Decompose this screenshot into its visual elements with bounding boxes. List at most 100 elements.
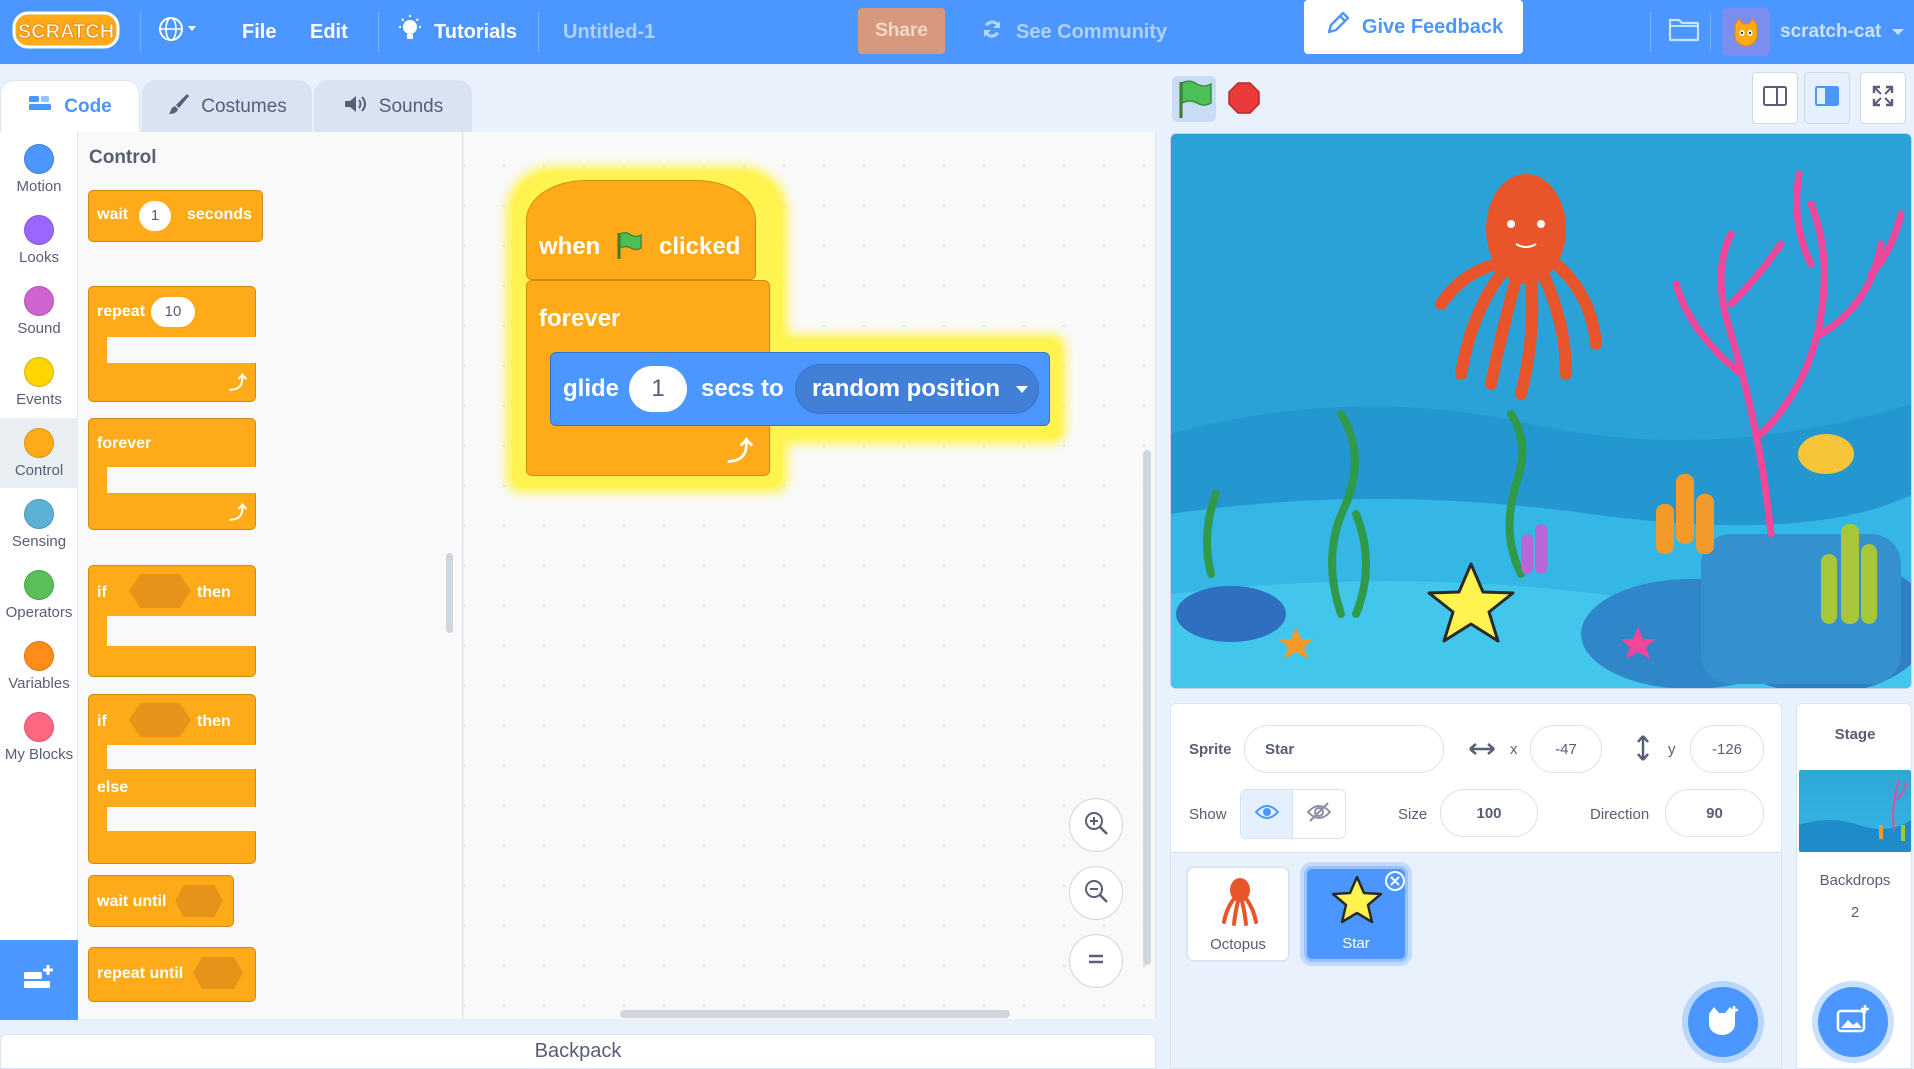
number-input[interactable]: 1 (629, 366, 687, 412)
file-menu[interactable]: File (242, 0, 276, 64)
boolean-slot[interactable] (193, 957, 243, 989)
wait-until-block[interactable]: wait until (88, 875, 234, 927)
dropdown-value: random position (812, 375, 1000, 402)
language-menu[interactable] (158, 0, 198, 64)
add-extension-button[interactable] (0, 940, 78, 1020)
stage-canvas[interactable] (1170, 133, 1912, 689)
add-backdrop-icon (1835, 1004, 1871, 1041)
backpack-panel[interactable]: Backpack (0, 1034, 1156, 1069)
category-sensing[interactable]: Sensing (0, 489, 78, 559)
y-label: y (1668, 741, 1676, 758)
category-looks[interactable]: Looks (0, 205, 78, 275)
stop-button[interactable] (1228, 82, 1260, 119)
wait-block[interactable]: wait 1 seconds (88, 190, 263, 242)
zoom-out-button[interactable] (1069, 866, 1123, 920)
target-dropdown[interactable]: random position (795, 364, 1039, 414)
account-menu[interactable]: scratch-cat (1722, 0, 1905, 64)
y-position-input[interactable]: -126 (1690, 725, 1764, 773)
eye-slash-icon (1306, 801, 1332, 828)
reset-zoom-button[interactable] (1069, 934, 1123, 988)
y-arrows-icon (1632, 734, 1654, 767)
small-stage-icon (1762, 85, 1788, 112)
boolean-slot[interactable] (175, 885, 223, 917)
green-flag-button[interactable] (1172, 76, 1216, 127)
script-horizontal-scrollbar[interactable] (620, 1010, 1010, 1018)
fullscreen-icon (1871, 84, 1895, 113)
scratch-logo[interactable]: SCRATCH (12, 9, 122, 53)
green-flag-icon (613, 229, 645, 268)
edit-menu[interactable]: Edit (310, 0, 348, 64)
when-flag-clicked-block[interactable]: when clicked (526, 180, 756, 280)
folder-icon (1668, 16, 1700, 48)
if-then-block[interactable]: if then (88, 565, 257, 677)
tab-costumes[interactable]: Costumes (142, 80, 312, 132)
sprite-name: Star (1342, 935, 1370, 952)
sprite-tile-star[interactable]: Star (1304, 866, 1408, 962)
tutorials-button[interactable]: Tutorials (396, 0, 517, 64)
show-sprite-button[interactable] (1241, 790, 1294, 838)
zoom-in-icon (1082, 809, 1110, 842)
direction-input[interactable]: 90 (1665, 789, 1764, 837)
glide-to-block[interactable]: glide 1 secs to random position (550, 352, 1050, 426)
sprite-tile-octopus[interactable]: Octopus (1186, 866, 1290, 962)
category-my-blocks[interactable]: My Blocks (0, 702, 78, 772)
sprite-name-input[interactable]: Star (1244, 725, 1444, 773)
palette-section-title: Control (89, 147, 157, 168)
tab-sounds-label: Sounds (378, 95, 444, 117)
community-icon (980, 17, 1004, 47)
project-title-field[interactable]: Untitled-1 (563, 0, 655, 64)
see-community-button[interactable]: See Community (980, 0, 1167, 64)
zoom-in-button[interactable] (1069, 798, 1123, 852)
direction-value: 90 (1706, 804, 1723, 822)
category-operators[interactable]: Operators (0, 560, 78, 630)
category-label: Sound (17, 320, 61, 337)
category-label: My Blocks (4, 746, 74, 763)
script-vertical-scrollbar[interactable] (1143, 450, 1151, 965)
palette-scrollbar[interactable] (446, 553, 453, 633)
add-sprite-icon (1705, 1004, 1741, 1041)
number-input[interactable]: 1 (139, 201, 171, 231)
category-variables[interactable]: Variables (0, 631, 78, 701)
give-feedback-button[interactable]: Give Feedback (1304, 0, 1523, 54)
block-label: then (197, 713, 231, 730)
boolean-slot[interactable] (129, 703, 191, 737)
globe-icon (158, 15, 198, 49)
tab-sounds[interactable]: Sounds (314, 80, 472, 132)
menu-separator (140, 12, 141, 52)
boolean-slot[interactable] (129, 574, 191, 608)
number-input[interactable]: 10 (151, 297, 195, 327)
category-label: Sensing (11, 533, 67, 550)
block-label: wait until (97, 893, 167, 910)
repeat-block[interactable]: repeat 10 ⤴ (88, 286, 257, 402)
green-flag-icon (1172, 76, 1216, 126)
category-label: Events (16, 391, 62, 408)
delete-sprite-button[interactable] (1385, 871, 1405, 891)
x-position-input[interactable]: -47 (1530, 725, 1602, 773)
block-label: then (197, 584, 231, 601)
svg-text:SCRATCH: SCRATCH (18, 21, 114, 43)
hide-sprite-button[interactable] (1293, 790, 1345, 838)
repeat-until-block[interactable]: repeat until (88, 947, 256, 1002)
category-motion[interactable]: Motion (0, 134, 78, 204)
caret-down-icon (1014, 375, 1030, 403)
my-stuff-button[interactable] (1668, 0, 1700, 64)
c-slot (107, 807, 257, 831)
choose-backdrop-button[interactable] (1818, 987, 1888, 1057)
if-then-else-block[interactable]: if then else (88, 694, 257, 864)
block-label: if (97, 713, 107, 730)
category-events[interactable]: Events (0, 347, 78, 417)
choose-sprite-button[interactable] (1688, 987, 1758, 1057)
c-slot (107, 467, 257, 493)
large-stage-button[interactable] (1804, 72, 1850, 124)
backdrop-thumbnail (1799, 770, 1911, 852)
share-button[interactable]: Share (858, 8, 945, 54)
fullscreen-button[interactable] (1860, 72, 1906, 124)
small-stage-button[interactable] (1752, 72, 1798, 124)
forever-block[interactable]: forever ⤴ (88, 418, 257, 530)
tab-code[interactable]: Code (0, 80, 140, 132)
category-control[interactable]: Control (0, 418, 78, 488)
size-input[interactable]: 100 (1440, 789, 1538, 837)
category-label: Variables (8, 675, 70, 692)
category-sound[interactable]: Sound (0, 276, 78, 346)
backdrops-label: Backdrops (1819, 872, 1891, 889)
